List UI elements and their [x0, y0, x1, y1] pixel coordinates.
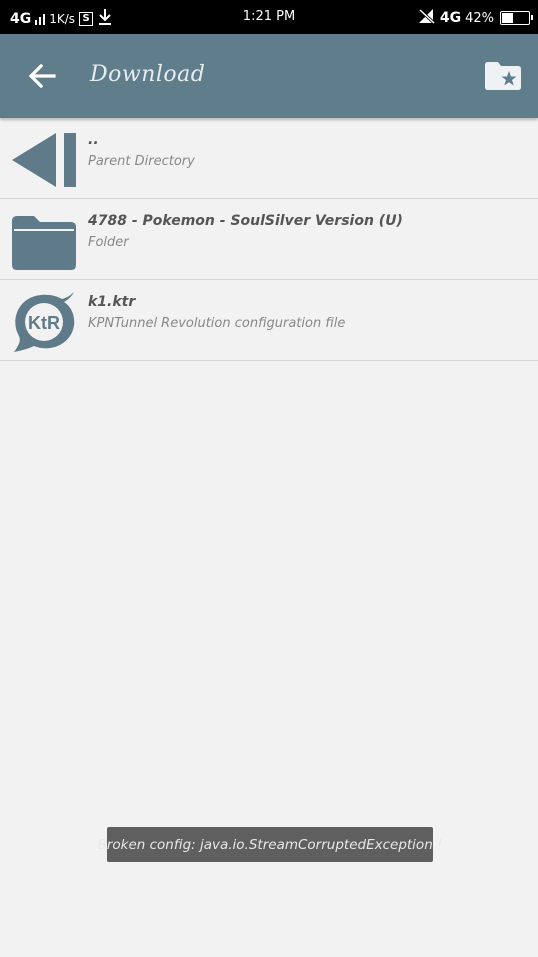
status-right: 4G 42%: [418, 8, 533, 28]
battery-fill: [502, 13, 513, 23]
battery-percent: 42%: [465, 10, 494, 26]
folder-star-icon: [485, 62, 521, 90]
file-title: 4788 - Pokemon - SoulSilver Version (U): [88, 213, 403, 229]
folder-icon: [12, 212, 76, 270]
page-title: Download: [90, 62, 206, 87]
ktr-logo-text: KtR: [28, 313, 60, 333]
file-subtitle: Folder: [88, 235, 129, 250]
file-title: k1.ktr: [88, 294, 136, 310]
back-button[interactable]: [22, 58, 62, 94]
status-bar: 4G 1K/s S 1:21 PM 4G 42%: [0, 0, 538, 34]
parent-directory-icon: [12, 131, 76, 189]
list-item-parent-directory[interactable]: .. Parent Directory: [0, 118, 538, 199]
file-title: ..: [88, 132, 99, 148]
ktr-file-icon: KtR: [12, 292, 76, 352]
app-bar: Download: [0, 34, 538, 118]
file-subtitle: Parent Directory: [88, 154, 195, 169]
bookmarks-button[interactable]: [482, 58, 524, 94]
arrow-left-icon: [28, 63, 56, 89]
toast-message: Broken config: java.io.StreamCorruptedEx…: [98, 827, 442, 862]
clock: 1:21 PM: [242, 9, 296, 24]
network-type-right: 4G: [439, 10, 462, 26]
list-item-folder[interactable]: 4788 - Pokemon - SoulSilver Version (U) …: [0, 199, 538, 280]
file-subtitle: KPNTunnel Revolution configuration file: [88, 316, 346, 331]
battery-icon: [500, 11, 533, 25]
file-list: .. Parent Directory 4788 - Pokemon - Sou…: [0, 118, 538, 361]
list-item-ktr-file[interactable]: KtR k1.ktr KPNTunnel Revolution configur…: [0, 280, 538, 361]
no-sim-signal-icon: [418, 8, 436, 28]
